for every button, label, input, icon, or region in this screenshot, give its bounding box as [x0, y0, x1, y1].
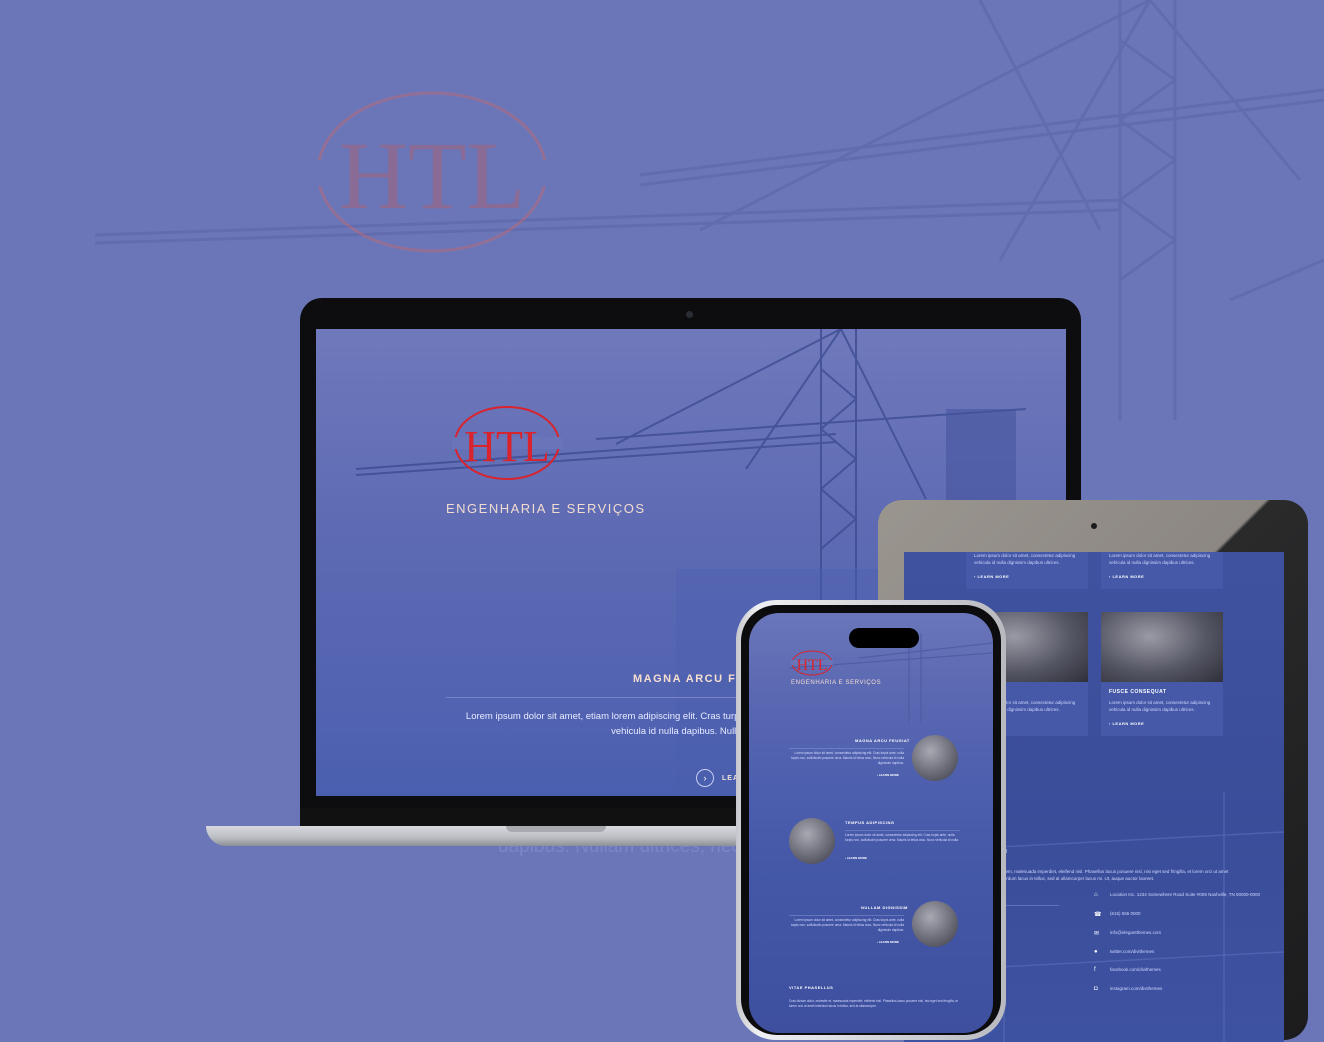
divider: [999, 905, 1059, 906]
contact-list: ⌂ Location Inc. 1234 Somewhere Road Suite…: [1094, 892, 1274, 1004]
section-text: Lorem ipsum dolor sit amet, consectetur …: [790, 918, 904, 932]
contact-item[interactable]: ● twitter.com/divithemes: [1094, 949, 1274, 956]
brand-subtitle: ENGENHARIA E SERVIÇOS: [446, 501, 646, 516]
section-text: Lorem ipsum dolor sit amet, consectetur …: [790, 751, 904, 765]
htl-logo: HTL: [452, 406, 562, 480]
svg-text:HTL: HTL: [796, 657, 827, 674]
chevron-right-icon: ›: [696, 769, 714, 787]
learn-more-button[interactable]: › LEA: [696, 769, 739, 787]
htl-logo: HTL: [791, 650, 833, 676]
phone-icon: ☎: [1094, 911, 1102, 918]
section-title: VITAE PHASELLUS: [789, 985, 834, 990]
card-title: FUSCE CONSEQUAT: [1109, 689, 1167, 695]
facebook-icon: f: [1094, 967, 1096, 973]
card-image: [1101, 612, 1223, 682]
twitter-icon: ●: [1094, 948, 1098, 955]
section-image: [912, 735, 958, 781]
card-text: Lorem ipsum dolor sit amet, consectetur …: [1109, 700, 1211, 712]
brand-subtitle: ENGENHARIA E SERVIÇOS: [791, 680, 882, 686]
card: Lorem ipsum dolor sit amet, consectetur …: [966, 552, 1088, 589]
phone-bezel: HTL ENGENHARIA E SERVIÇOS MAGNA ARCU FEU…: [741, 605, 1001, 1035]
laptop-notch: [506, 826, 606, 832]
section-text: Lorem ipsum dolor sit amet, consectetur …: [845, 833, 959, 842]
dynamic-island: [849, 628, 919, 648]
section-image: [789, 818, 835, 864]
section-paragraph: Lorem, malesuada imperdiet, eleifend nis…: [999, 869, 1229, 881]
section-title: NULLAM DIGNISSIM: [861, 905, 908, 910]
divider: [845, 830, 960, 831]
divider: [789, 915, 904, 916]
contact-item[interactable]: ✉ info@elegantthemes.com: [1094, 930, 1274, 937]
contact-item[interactable]: ☎ (615) 555 0000: [1094, 911, 1274, 918]
card-text: Lorem ipsum dolor sit amet, consectetur …: [974, 553, 1076, 565]
card: Lorem ipsum dolor sit amet, consectetur …: [1101, 552, 1223, 589]
svg-text:HTL: HTL: [339, 122, 526, 229]
location-icon: ⌂: [1094, 892, 1098, 898]
learn-more-link[interactable]: › LEARN MORE: [877, 940, 899, 944]
phone-screen: HTL ENGENHARIA E SERVIÇOS MAGNA ARCU FEU…: [749, 613, 993, 1033]
card: FUSCE CONSEQUAT Lorem ipsum dolor sit am…: [1101, 612, 1223, 736]
phone-mockup: HTL ENGENHARIA E SERVIÇOS MAGNA ARCU FEU…: [736, 600, 1006, 1040]
background-logo: HTL: [315, 91, 550, 253]
section-image: [912, 901, 958, 947]
instagram-icon: ◘: [1094, 985, 1098, 992]
card-text: Lorem ipsum dolor sit amet, consectetur …: [1109, 553, 1211, 565]
email-icon: ✉: [1094, 930, 1100, 937]
contact-item[interactable]: ◘ instagram.com/divithemes: [1094, 986, 1274, 993]
laptop-base: [206, 826, 766, 846]
contact-item: ⌂ Location Inc. 1234 Somewhere Road Suite…: [1094, 892, 1261, 898]
section-heading: MAGNA ARCU FE: [633, 673, 746, 685]
camera-icon: [1091, 523, 1097, 529]
learn-more-link[interactable]: › LEARN MORE: [1101, 566, 1223, 589]
learn-more-link[interactable]: › LEARN MORE: [877, 773, 899, 777]
svg-text:HTL: HTL: [464, 422, 550, 471]
contact-item[interactable]: f facebook.com/divithemes: [1094, 967, 1274, 974]
learn-more-link[interactable]: › LEARN MORE: [966, 566, 1088, 589]
learn-more-link[interactable]: › LEARN MORE: [1101, 713, 1223, 736]
section-title: TEMPUS ADIPISCING: [845, 820, 895, 825]
section-text: Cras dictum dolor, molestie et, malesuad…: [789, 999, 959, 1008]
camera-icon: [686, 311, 693, 318]
divider: [789, 748, 904, 749]
learn-more-link[interactable]: › LEARN MORE: [845, 856, 867, 860]
section-title: MAGNA ARCU FEUGIAT: [855, 738, 910, 743]
